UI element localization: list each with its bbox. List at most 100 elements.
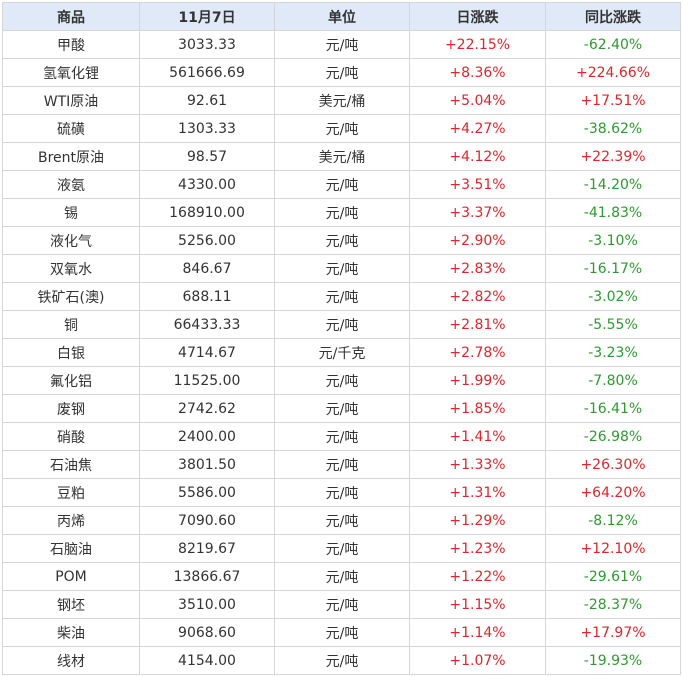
cell-unit: 元/吨 — [274, 226, 410, 255]
cell-daily-change: +2.82% — [409, 282, 546, 311]
cell-yoy-change: -5.55% — [545, 310, 681, 339]
cell-price: 66433.33 — [139, 310, 275, 339]
cell-unit: 元/吨 — [274, 478, 410, 507]
cell-daily-change: +5.04% — [409, 86, 546, 115]
cell-price: 7090.60 — [139, 506, 275, 535]
cell-price: 92.61 — [139, 86, 275, 115]
cell-yoy-change: -3.02% — [545, 282, 681, 311]
table-row: 铁矿石(澳) 688.11 元/吨 +2.82% -3.02% — [2, 282, 681, 311]
cell-commodity: WTI原油 — [2, 86, 140, 115]
cell-price: 1303.33 — [139, 114, 275, 143]
cell-daily-change: +2.90% — [409, 226, 546, 255]
cell-price: 846.67 — [139, 254, 275, 283]
cell-commodity: 丙烯 — [2, 506, 140, 535]
cell-commodity: 液化气 — [2, 226, 140, 255]
cell-yoy-change: -14.20% — [545, 170, 681, 199]
header-date: 11月7日 — [139, 2, 275, 31]
cell-unit: 美元/桶 — [274, 86, 410, 115]
header-unit: 单位 — [274, 2, 410, 31]
cell-commodity: 豆粕 — [2, 478, 140, 507]
cell-unit: 元/吨 — [274, 450, 410, 479]
cell-price: 5586.00 — [139, 478, 275, 507]
cell-yoy-change: -28.37% — [545, 590, 681, 619]
cell-price: 4330.00 — [139, 170, 275, 199]
cell-yoy-change: -3.10% — [545, 226, 681, 255]
cell-unit: 元/吨 — [274, 590, 410, 619]
cell-daily-change: +2.83% — [409, 254, 546, 283]
table-row: 白银 4714.67 元/千克 +2.78% -3.23% — [2, 338, 681, 367]
cell-price: 4154.00 — [139, 646, 275, 675]
table-body: 甲酸 3033.33 元/吨 +22.15% -62.40% 氢氧化锂 561666.69 元… — [2, 30, 681, 675]
header-commodity: 商品 — [2, 2, 140, 31]
table-row: 废钢 2742.62 元/吨 +1.85% -16.41% — [2, 394, 681, 423]
table-row: 液化气 5256.00 元/吨 +2.90% -3.10% — [2, 226, 681, 255]
cell-commodity: 线材 — [2, 646, 140, 675]
cell-price: 8219.67 — [139, 534, 275, 563]
cell-yoy-change: +17.51% — [545, 86, 681, 115]
cell-price: 13866.67 — [139, 562, 275, 591]
table-row: 液氨 4330.00 元/吨 +3.51% -14.20% — [2, 170, 681, 199]
table-row: 铜 66433.33 元/吨 +2.81% -5.55% — [2, 310, 681, 339]
table-row: POM 13866.67 元/吨 +1.22% -29.61% — [2, 562, 681, 591]
cell-yoy-change: +64.20% — [545, 478, 681, 507]
cell-daily-change: +1.29% — [409, 506, 546, 535]
table-row: 氢氧化锂 561666.69 元/吨 +8.36% +224.66% — [2, 58, 681, 87]
cell-price: 688.11 — [139, 282, 275, 311]
cell-commodity: 氢氧化锂 — [2, 58, 140, 87]
cell-unit: 元/吨 — [274, 506, 410, 535]
cell-yoy-change: -38.62% — [545, 114, 681, 143]
table-row: 丙烯 7090.60 元/吨 +1.29% -8.12% — [2, 506, 681, 535]
cell-daily-change: +1.15% — [409, 590, 546, 619]
cell-daily-change: +3.51% — [409, 170, 546, 199]
cell-commodity: 钢坯 — [2, 590, 140, 619]
table-row: 柴油 9068.60 元/吨 +1.14% +17.97% — [2, 618, 681, 647]
cell-price: 168910.00 — [139, 198, 275, 227]
cell-commodity: Brent原油 — [2, 142, 140, 171]
cell-yoy-change: -19.93% — [545, 646, 681, 675]
cell-commodity: 铁矿石(澳) — [2, 282, 140, 311]
table-row: 甲酸 3033.33 元/吨 +22.15% -62.40% — [2, 30, 681, 59]
cell-daily-change: +1.07% — [409, 646, 546, 675]
cell-yoy-change: -26.98% — [545, 422, 681, 451]
cell-yoy-change: -3.23% — [545, 338, 681, 367]
cell-daily-change: +1.14% — [409, 618, 546, 647]
cell-commodity: 废钢 — [2, 394, 140, 423]
table-row: 钢坯 3510.00 元/吨 +1.15% -28.37% — [2, 590, 681, 619]
cell-daily-change: +1.33% — [409, 450, 546, 479]
cell-unit: 元/吨 — [274, 310, 410, 339]
cell-daily-change: +4.27% — [409, 114, 546, 143]
cell-yoy-change: -62.40% — [545, 30, 681, 59]
cell-daily-change: +1.41% — [409, 422, 546, 451]
cell-commodity: 甲酸 — [2, 30, 140, 59]
cell-commodity: 石脑油 — [2, 534, 140, 563]
commodity-price-table-container: 商品 11月7日 单位 日涨跌 同比涨跌 甲酸 3033.33 元/吨 +22.15%… — [2, 2, 681, 675]
table-row: 锡 168910.00 元/吨 +3.37% -41.83% — [2, 198, 681, 227]
table-row: 双氧水 846.67 元/吨 +2.83% -16.17% — [2, 254, 681, 283]
cell-yoy-change: -41.83% — [545, 198, 681, 227]
table-row: 硝酸 2400.00 元/吨 +1.41% -26.98% — [2, 422, 681, 451]
cell-daily-change: +1.31% — [409, 478, 546, 507]
cell-unit: 元/吨 — [274, 170, 410, 199]
cell-price: 5256.00 — [139, 226, 275, 255]
cell-yoy-change: +22.39% — [545, 142, 681, 171]
cell-unit: 元/千克 — [274, 338, 410, 367]
cell-price: 3801.50 — [139, 450, 275, 479]
cell-commodity: 柴油 — [2, 618, 140, 647]
header-daily-change: 日涨跌 — [409, 2, 546, 31]
cell-commodity: 硫磺 — [2, 114, 140, 143]
cell-unit: 元/吨 — [274, 534, 410, 563]
cell-commodity: 双氧水 — [2, 254, 140, 283]
cell-daily-change: +22.15% — [409, 30, 546, 59]
cell-unit: 元/吨 — [274, 58, 410, 87]
cell-yoy-change: -29.61% — [545, 562, 681, 591]
cell-unit: 元/吨 — [274, 394, 410, 423]
cell-unit: 元/吨 — [274, 254, 410, 283]
cell-price: 2742.62 — [139, 394, 275, 423]
cell-yoy-change: -16.17% — [545, 254, 681, 283]
cell-yoy-change: -16.41% — [545, 394, 681, 423]
cell-yoy-change: +224.66% — [545, 58, 681, 87]
cell-price: 3033.33 — [139, 30, 275, 59]
cell-commodity: 硝酸 — [2, 422, 140, 451]
cell-price: 11525.00 — [139, 366, 275, 395]
table-header-row: 商品 11月7日 单位 日涨跌 同比涨跌 — [2, 2, 681, 31]
